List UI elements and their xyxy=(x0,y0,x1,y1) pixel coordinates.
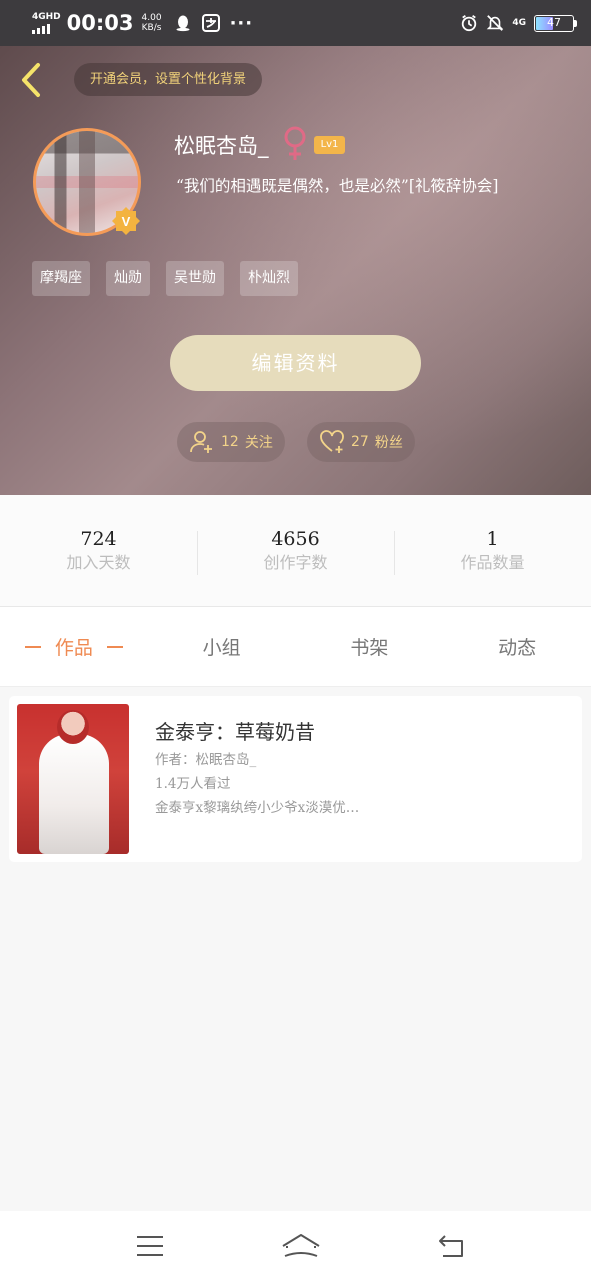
battery-level: 47 xyxy=(547,15,561,29)
level-badge: Lv1 xyxy=(314,136,345,154)
speed-unit: KB/s xyxy=(141,23,162,33)
tab-indicator xyxy=(106,645,123,648)
following-count: 12 xyxy=(221,434,239,450)
home-button[interactable] xyxy=(281,1231,321,1261)
tab-activity[interactable]: 动态 xyxy=(443,607,591,686)
add-user-icon xyxy=(190,431,212,453)
stat-word-count: 4656 创作字数 xyxy=(197,527,394,575)
tab-bookshelf[interactable]: 书架 xyxy=(296,607,444,686)
vip-background-banner[interactable]: 开通会员，设置个性化背景 xyxy=(74,63,263,96)
tag-item[interactable]: 摩羯座 xyxy=(32,261,90,296)
stat-value: 1 xyxy=(486,527,499,550)
clock: 00:03 xyxy=(66,11,134,35)
tab-groups[interactable]: 小组 xyxy=(148,607,296,686)
profile-header: 开通会员，设置个性化背景 V 松眠杏岛_ Lv1 “我们的相遇既是偶然，也是必然… xyxy=(0,46,591,495)
tab-label: 小组 xyxy=(202,637,241,659)
stat-label: 创作字数 xyxy=(263,552,328,572)
tab-indicator xyxy=(24,645,41,648)
interest-tags: 摩羯座 灿勋 吴世勋 朴灿烈 xyxy=(32,261,298,296)
fans-count: 27 xyxy=(351,434,369,450)
menu-icon xyxy=(137,1235,163,1256)
alarm-icon xyxy=(460,14,478,32)
heart-plus-icon xyxy=(320,430,344,453)
back-button[interactable] xyxy=(18,62,44,98)
mute-bell-icon xyxy=(486,14,504,32)
stat-value: 724 xyxy=(80,527,117,550)
return-icon xyxy=(439,1234,463,1257)
stats-bar: 724 加入天数 4656 创作字数 1 作品数量 xyxy=(0,495,591,607)
home-icon xyxy=(281,1233,320,1257)
signature: “我们的相遇既是偶然，也是必然”[礼筱辞协会] xyxy=(176,177,499,195)
back-nav-button[interactable] xyxy=(431,1231,471,1261)
edit-profile-button[interactable]: 编辑资料 xyxy=(170,335,421,391)
work-title: 金泰亨：草莓奶昔 xyxy=(155,720,315,744)
status-bar: 4GHD 00:03 4.00 KB/s ··· 4G 47 xyxy=(0,0,591,46)
work-card[interactable]: 金泰亨：草莓奶昔 作者：松眠杏岛_ 1.4万人看过 金泰亨x黎璃纨绔小少爷x淡漠… xyxy=(9,696,582,862)
tab-label: 动态 xyxy=(498,637,537,659)
work-views: 1.4万人看过 xyxy=(155,776,231,792)
username: 松眠杏岛_ xyxy=(174,134,269,158)
fans-button[interactable]: 27 粉丝 xyxy=(307,422,415,462)
speed-value: 4.00 xyxy=(141,13,162,23)
signal-indicator: 4GHD xyxy=(32,11,61,34)
battery-icon: 47 xyxy=(534,14,577,32)
profile-tabs: 作品 小组 书架 动态 xyxy=(0,607,591,687)
stat-works-count: 1 作品数量 xyxy=(394,527,591,575)
menu-button[interactable] xyxy=(130,1231,170,1261)
network-type: 4GHD xyxy=(32,11,61,22)
more-notifications-icon: ··· xyxy=(229,12,254,34)
tab-label: 作品 xyxy=(54,637,93,659)
stat-join-days: 724 加入天数 xyxy=(0,527,197,575)
network-type-right: 4G xyxy=(512,17,526,28)
network-speed: 4.00 KB/s xyxy=(142,13,162,33)
verified-badge-icon: V xyxy=(111,206,141,236)
tag-item[interactable]: 吴世勋 xyxy=(166,261,224,296)
chevron-left-icon xyxy=(22,63,40,97)
work-cover-image xyxy=(17,704,129,854)
qq-icon xyxy=(174,14,192,32)
tab-works[interactable]: 作品 xyxy=(0,607,148,686)
work-author: 作者：松眠杏岛_ xyxy=(155,752,257,768)
following-button[interactable]: 12 关注 xyxy=(177,422,285,462)
following-label: 关注 xyxy=(244,435,273,451)
signal-bars-icon xyxy=(32,23,50,34)
stat-label: 作品数量 xyxy=(460,552,525,572)
tag-item[interactable]: 朴灿烈 xyxy=(240,261,298,296)
stat-label: 加入天数 xyxy=(66,552,131,572)
female-icon xyxy=(282,125,308,163)
fans-label: 粉丝 xyxy=(374,435,403,451)
system-nav-bar xyxy=(0,1211,591,1280)
tag-item[interactable]: 灿勋 xyxy=(106,261,150,296)
stat-value: 4656 xyxy=(271,527,320,550)
svg-text:V: V xyxy=(122,214,131,229)
tab-label: 书架 xyxy=(350,637,389,659)
alipay-icon xyxy=(201,14,220,32)
work-tags: 金泰亨x黎璃纨绔小少爷x淡漠优… xyxy=(155,800,360,816)
